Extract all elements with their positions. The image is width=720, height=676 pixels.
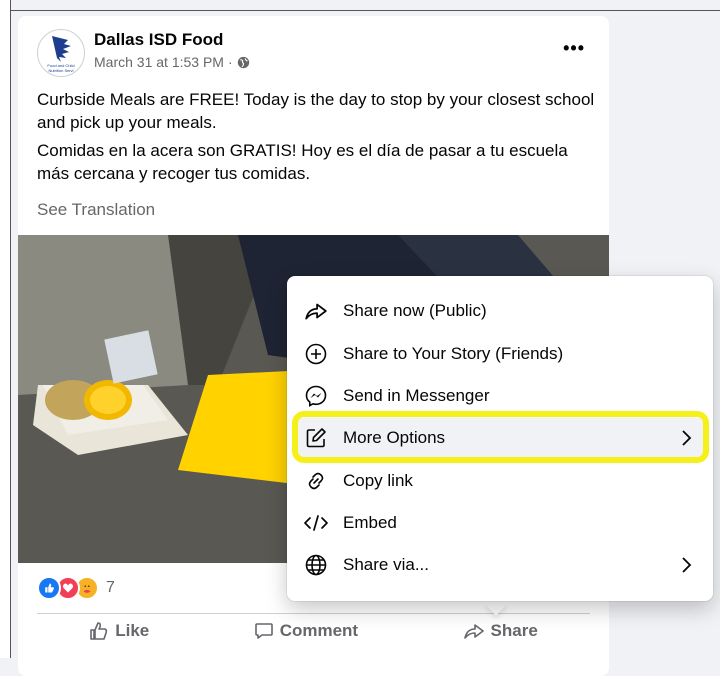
menu-item-label: Share via... xyxy=(343,555,429,574)
share-via-item[interactable]: Share via... xyxy=(295,545,705,585)
menu-item-label: Share now (Public) xyxy=(343,301,487,320)
svg-text:Nutrition Servi: Nutrition Servi xyxy=(48,68,73,73)
share-arrow-icon xyxy=(463,624,484,639)
messenger-icon xyxy=(303,383,329,409)
menu-item-label: Send in Messenger xyxy=(343,386,490,405)
chevron-right-icon xyxy=(679,555,693,580)
meta-separator: · xyxy=(227,54,233,70)
reactions-summary[interactable]: 7 xyxy=(37,576,115,600)
window-border-top xyxy=(10,10,720,11)
copy-link-item[interactable]: Copy link xyxy=(295,461,705,501)
page-avatar[interactable]: Food and Child Nutrition Servi xyxy=(37,29,85,77)
more-options-dots-icon[interactable]: ••• xyxy=(563,38,585,59)
post-text-english: Curbside Meals are FREE! Today is the da… xyxy=(37,90,595,132)
share-to-story-item[interactable]: Share to Your Story (Friends) xyxy=(295,334,705,374)
post-meta: March 31 at 1:53 PM · xyxy=(94,54,250,70)
comment-button[interactable]: Comment xyxy=(254,621,358,641)
send-in-messenger-item[interactable]: Send in Messenger xyxy=(295,376,705,416)
actions-divider xyxy=(37,613,590,614)
comment-label: Comment xyxy=(279,621,359,640)
menu-item-label: Copy link xyxy=(343,471,413,490)
see-translation-link[interactable]: See Translation xyxy=(37,200,155,220)
like-label: Like xyxy=(115,621,150,640)
globe-icon[interactable] xyxy=(237,56,250,69)
comment-bubble-icon xyxy=(254,623,273,639)
globe-icon xyxy=(303,552,329,578)
share-label: Share xyxy=(490,621,538,640)
plus-circle-icon xyxy=(303,341,329,367)
post-timestamp[interactable]: March 31 at 1:53 PM xyxy=(94,54,224,70)
share-arrow-icon xyxy=(303,298,329,324)
reaction-count: 7 xyxy=(106,579,115,596)
highlight-annotation xyxy=(292,411,709,463)
dallas-isd-food-logo: Food and Child Nutrition Servi xyxy=(44,36,78,73)
post-actions-bar: Like Comment Share xyxy=(37,621,590,641)
like-button[interactable]: Like xyxy=(89,621,149,641)
share-button[interactable]: Share xyxy=(463,621,538,641)
window-border-left xyxy=(10,0,11,658)
embed-item[interactable]: Embed xyxy=(295,503,705,543)
post-author[interactable]: Dallas ISD Food xyxy=(94,30,223,50)
share-now-public-item[interactable]: Share now (Public) xyxy=(295,291,705,331)
menu-item-label: Share to Your Story (Friends) xyxy=(343,344,564,363)
like-reaction-icon xyxy=(37,576,61,600)
code-icon xyxy=(303,510,329,536)
menu-item-label: Embed xyxy=(343,513,397,532)
link-icon xyxy=(303,468,329,494)
post-text-spanish: Comidas en la acera son GRATIS! Hoy es e… xyxy=(37,141,568,183)
thumbs-up-icon xyxy=(90,622,108,640)
